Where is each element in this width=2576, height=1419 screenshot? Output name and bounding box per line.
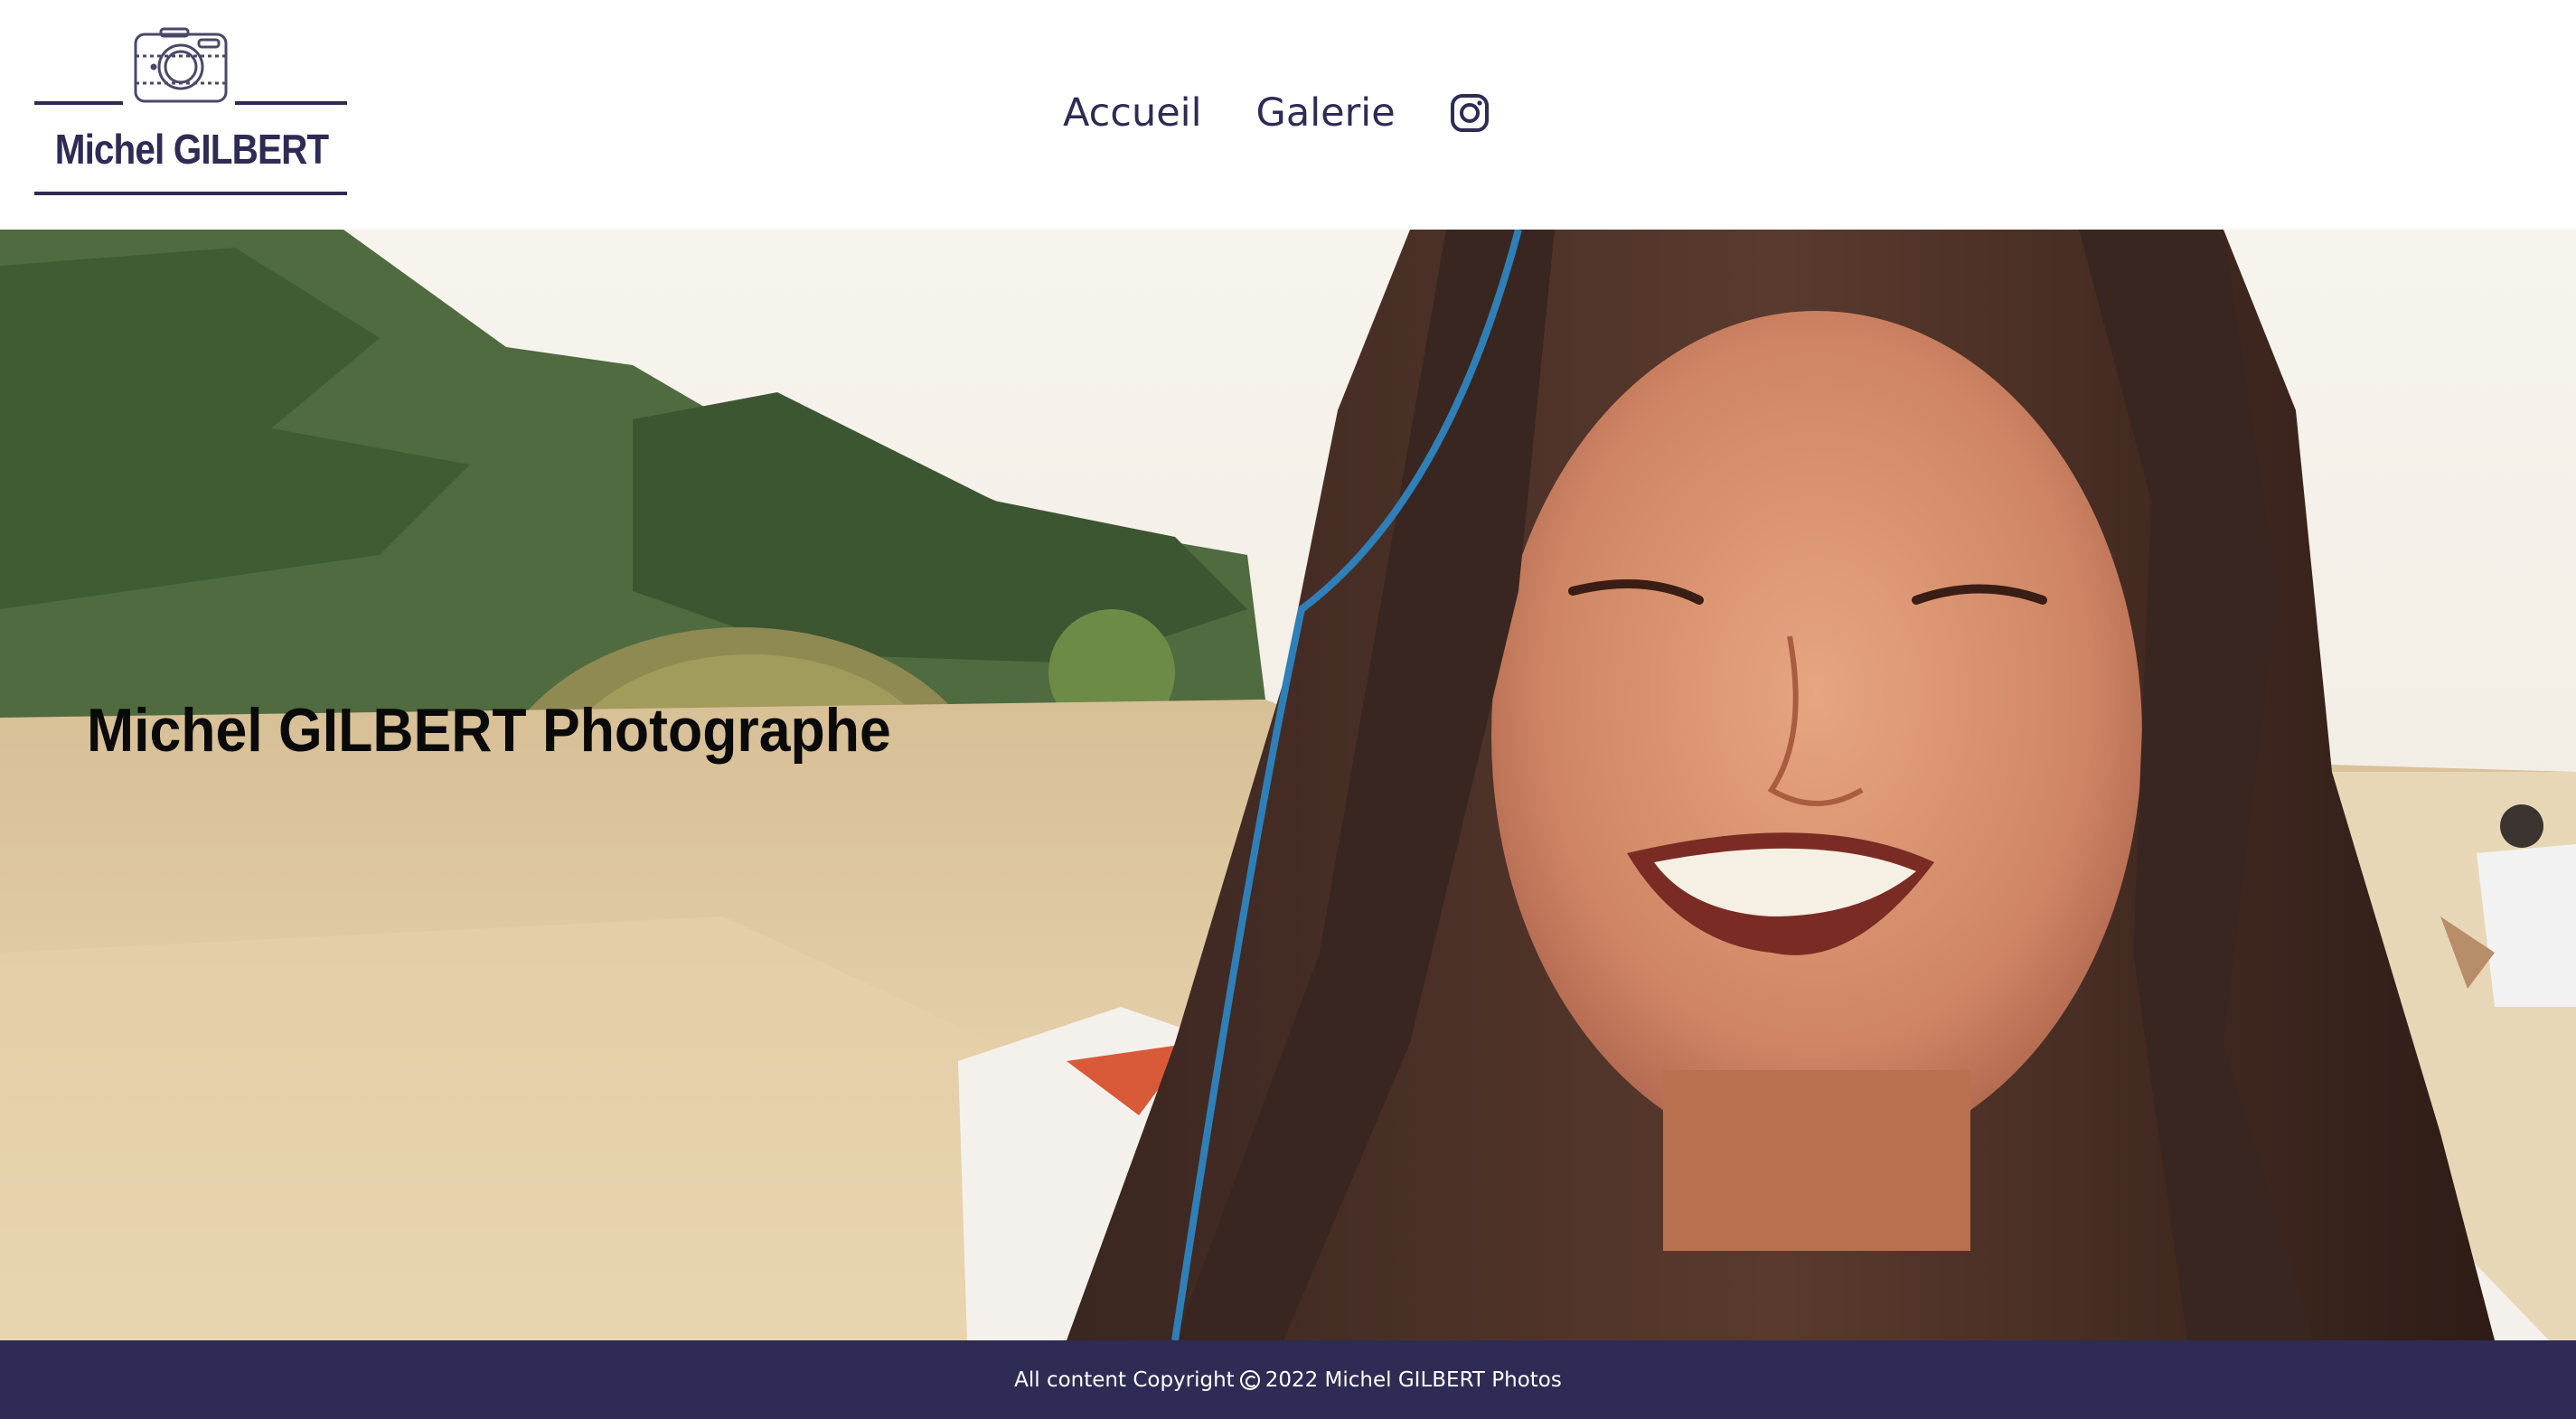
copyright-suffix: 2022 Michel GILBERT Photos [1264,1367,1562,1392]
instagram-icon[interactable] [1450,93,1490,133]
copyright-prefix: All content Copyright [1014,1367,1235,1392]
logo-text: Michel GILBERT [54,126,329,173]
site-logo[interactable]: Michel GILBERT [34,27,349,199]
site-header: Michel GILBERT Accueil Galerie [0,0,2576,230]
site-footer: All content Copyright 2022 Michel GILBER… [0,1340,2576,1419]
hero-title: Michel GILBERT Photographe [87,696,891,765]
copyright-icon [1239,1369,1260,1390]
hero-section: Michel GILBERT Photographe [0,230,2576,1340]
copyright-text: All content Copyright 2022 Michel GILBER… [1014,1368,1562,1392]
hero-photo [0,230,2576,1340]
nav-link-accueil[interactable]: Accueil [1063,90,1202,136]
nav-link-galerie[interactable]: Galerie [1256,90,1396,136]
main-nav: Accueil Galerie [1063,81,1490,145]
